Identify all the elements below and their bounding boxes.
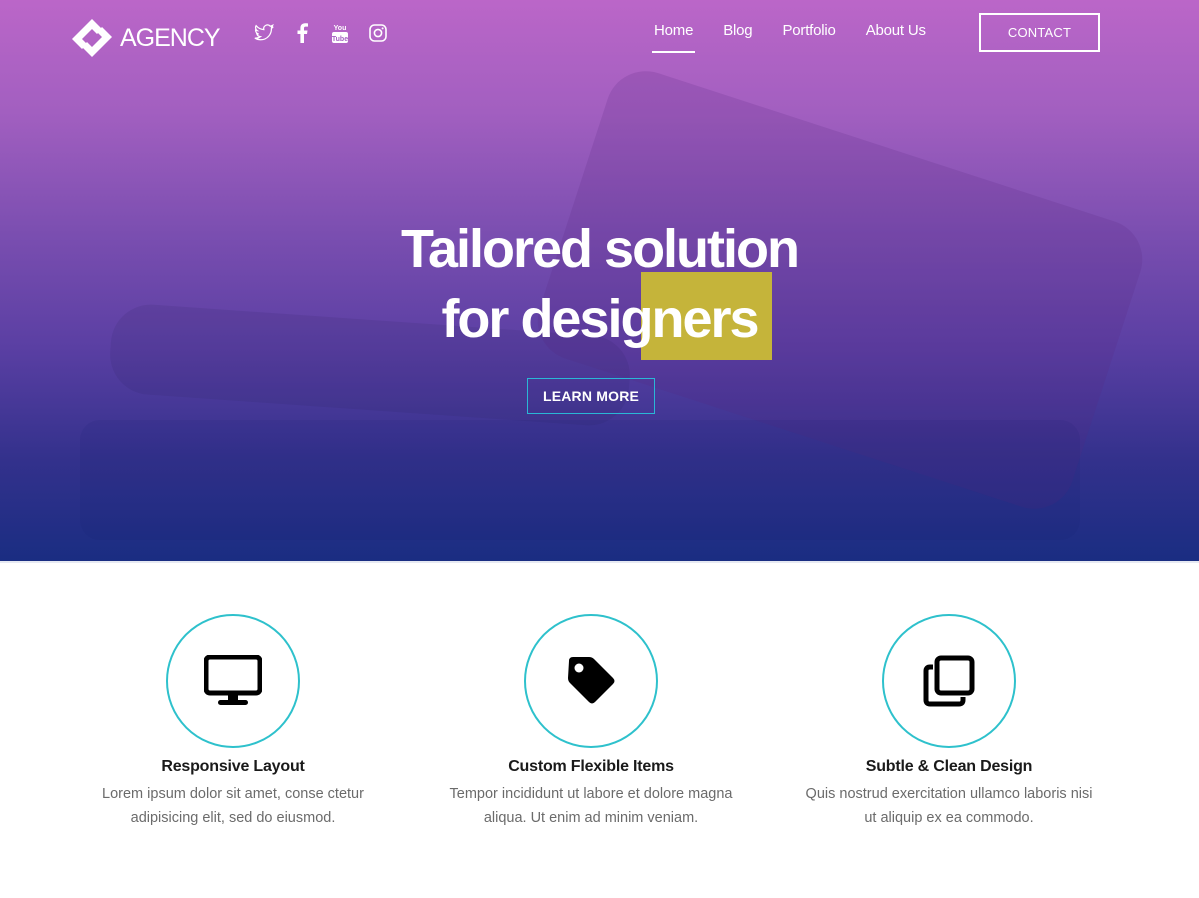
copy-icon — [923, 655, 975, 707]
nav-blog[interactable]: Blog — [723, 22, 752, 53]
feature-title: Subtle & Clean Design — [865, 758, 1033, 775]
hero-title-line2: for designers — [441, 289, 759, 349]
logo[interactable]: AGENCY — [70, 17, 221, 59]
nav-about-us[interactable]: About Us — [866, 22, 926, 53]
feature-description: Lorem ipsum dolor sit amet, conse ctetur… — [53, 782, 413, 830]
nav-home[interactable]: Home — [651, 22, 696, 53]
feature-icon-circle — [166, 614, 300, 748]
feature-description-line: aliqua. Ut enim ad minim veniam. — [483, 810, 699, 826]
main-nav: Home Blog Portfolio About Us — [651, 22, 926, 53]
feature-description-line: adipisicing elit, sed do eiusmod. — [130, 810, 336, 826]
feature-subtle-clean-design: Subtle & Clean Design Quis nostrud exerc… — [769, 614, 1129, 830]
feature-title: Responsive Layout — [161, 758, 305, 775]
instagram-icon[interactable] — [368, 22, 388, 44]
tag-icon — [568, 657, 615, 704]
logo-text: AGENCY — [120, 23, 221, 52]
feature-responsive-layout: Responsive Layout Lorem ipsum dolor sit … — [53, 614, 413, 830]
hero-divider — [0, 561, 1199, 563]
learn-more-button[interactable]: LEARN MORE — [527, 378, 655, 414]
twitter-icon[interactable] — [254, 22, 274, 44]
svg-text:Tube: Tube — [332, 36, 348, 43]
svg-text:You: You — [334, 25, 347, 32]
logo-mark-icon — [72, 19, 112, 57]
hero-background-shape — [80, 420, 1080, 540]
social-links: You Tube — [254, 22, 388, 44]
hero-title-line1: Tailored solution — [401, 219, 800, 279]
feature-custom-flexible-items: Custom Flexible Items Tempor incididunt … — [411, 614, 771, 830]
hero-title: Tailored solution for designers — [0, 214, 1199, 354]
youtube-icon[interactable]: You Tube — [330, 22, 350, 44]
feature-title: Custom Flexible Items — [508, 758, 674, 775]
feature-description: Tempor incididunt ut labore et dolore ma… — [411, 782, 771, 830]
feature-icon-circle — [524, 614, 658, 748]
nav-portfolio[interactable]: Portfolio — [782, 22, 835, 53]
feature-description-line: ut aliquip ex ea commodo. — [864, 810, 1034, 826]
feature-description: Quis nostrud exercitation ullamco labori… — [769, 782, 1129, 830]
contact-button[interactable]: CONTACT — [979, 13, 1100, 52]
feature-description-line: Quis nostrud exercitation ullamco labori… — [805, 786, 1093, 802]
monitor-icon — [204, 655, 262, 705]
feature-description-line: Lorem ipsum dolor sit amet, conse ctetur — [102, 786, 364, 802]
facebook-icon[interactable] — [292, 22, 312, 44]
feature-icon-circle — [882, 614, 1016, 748]
feature-description-line: Tempor incididunt ut labore et dolore ma… — [449, 786, 733, 802]
